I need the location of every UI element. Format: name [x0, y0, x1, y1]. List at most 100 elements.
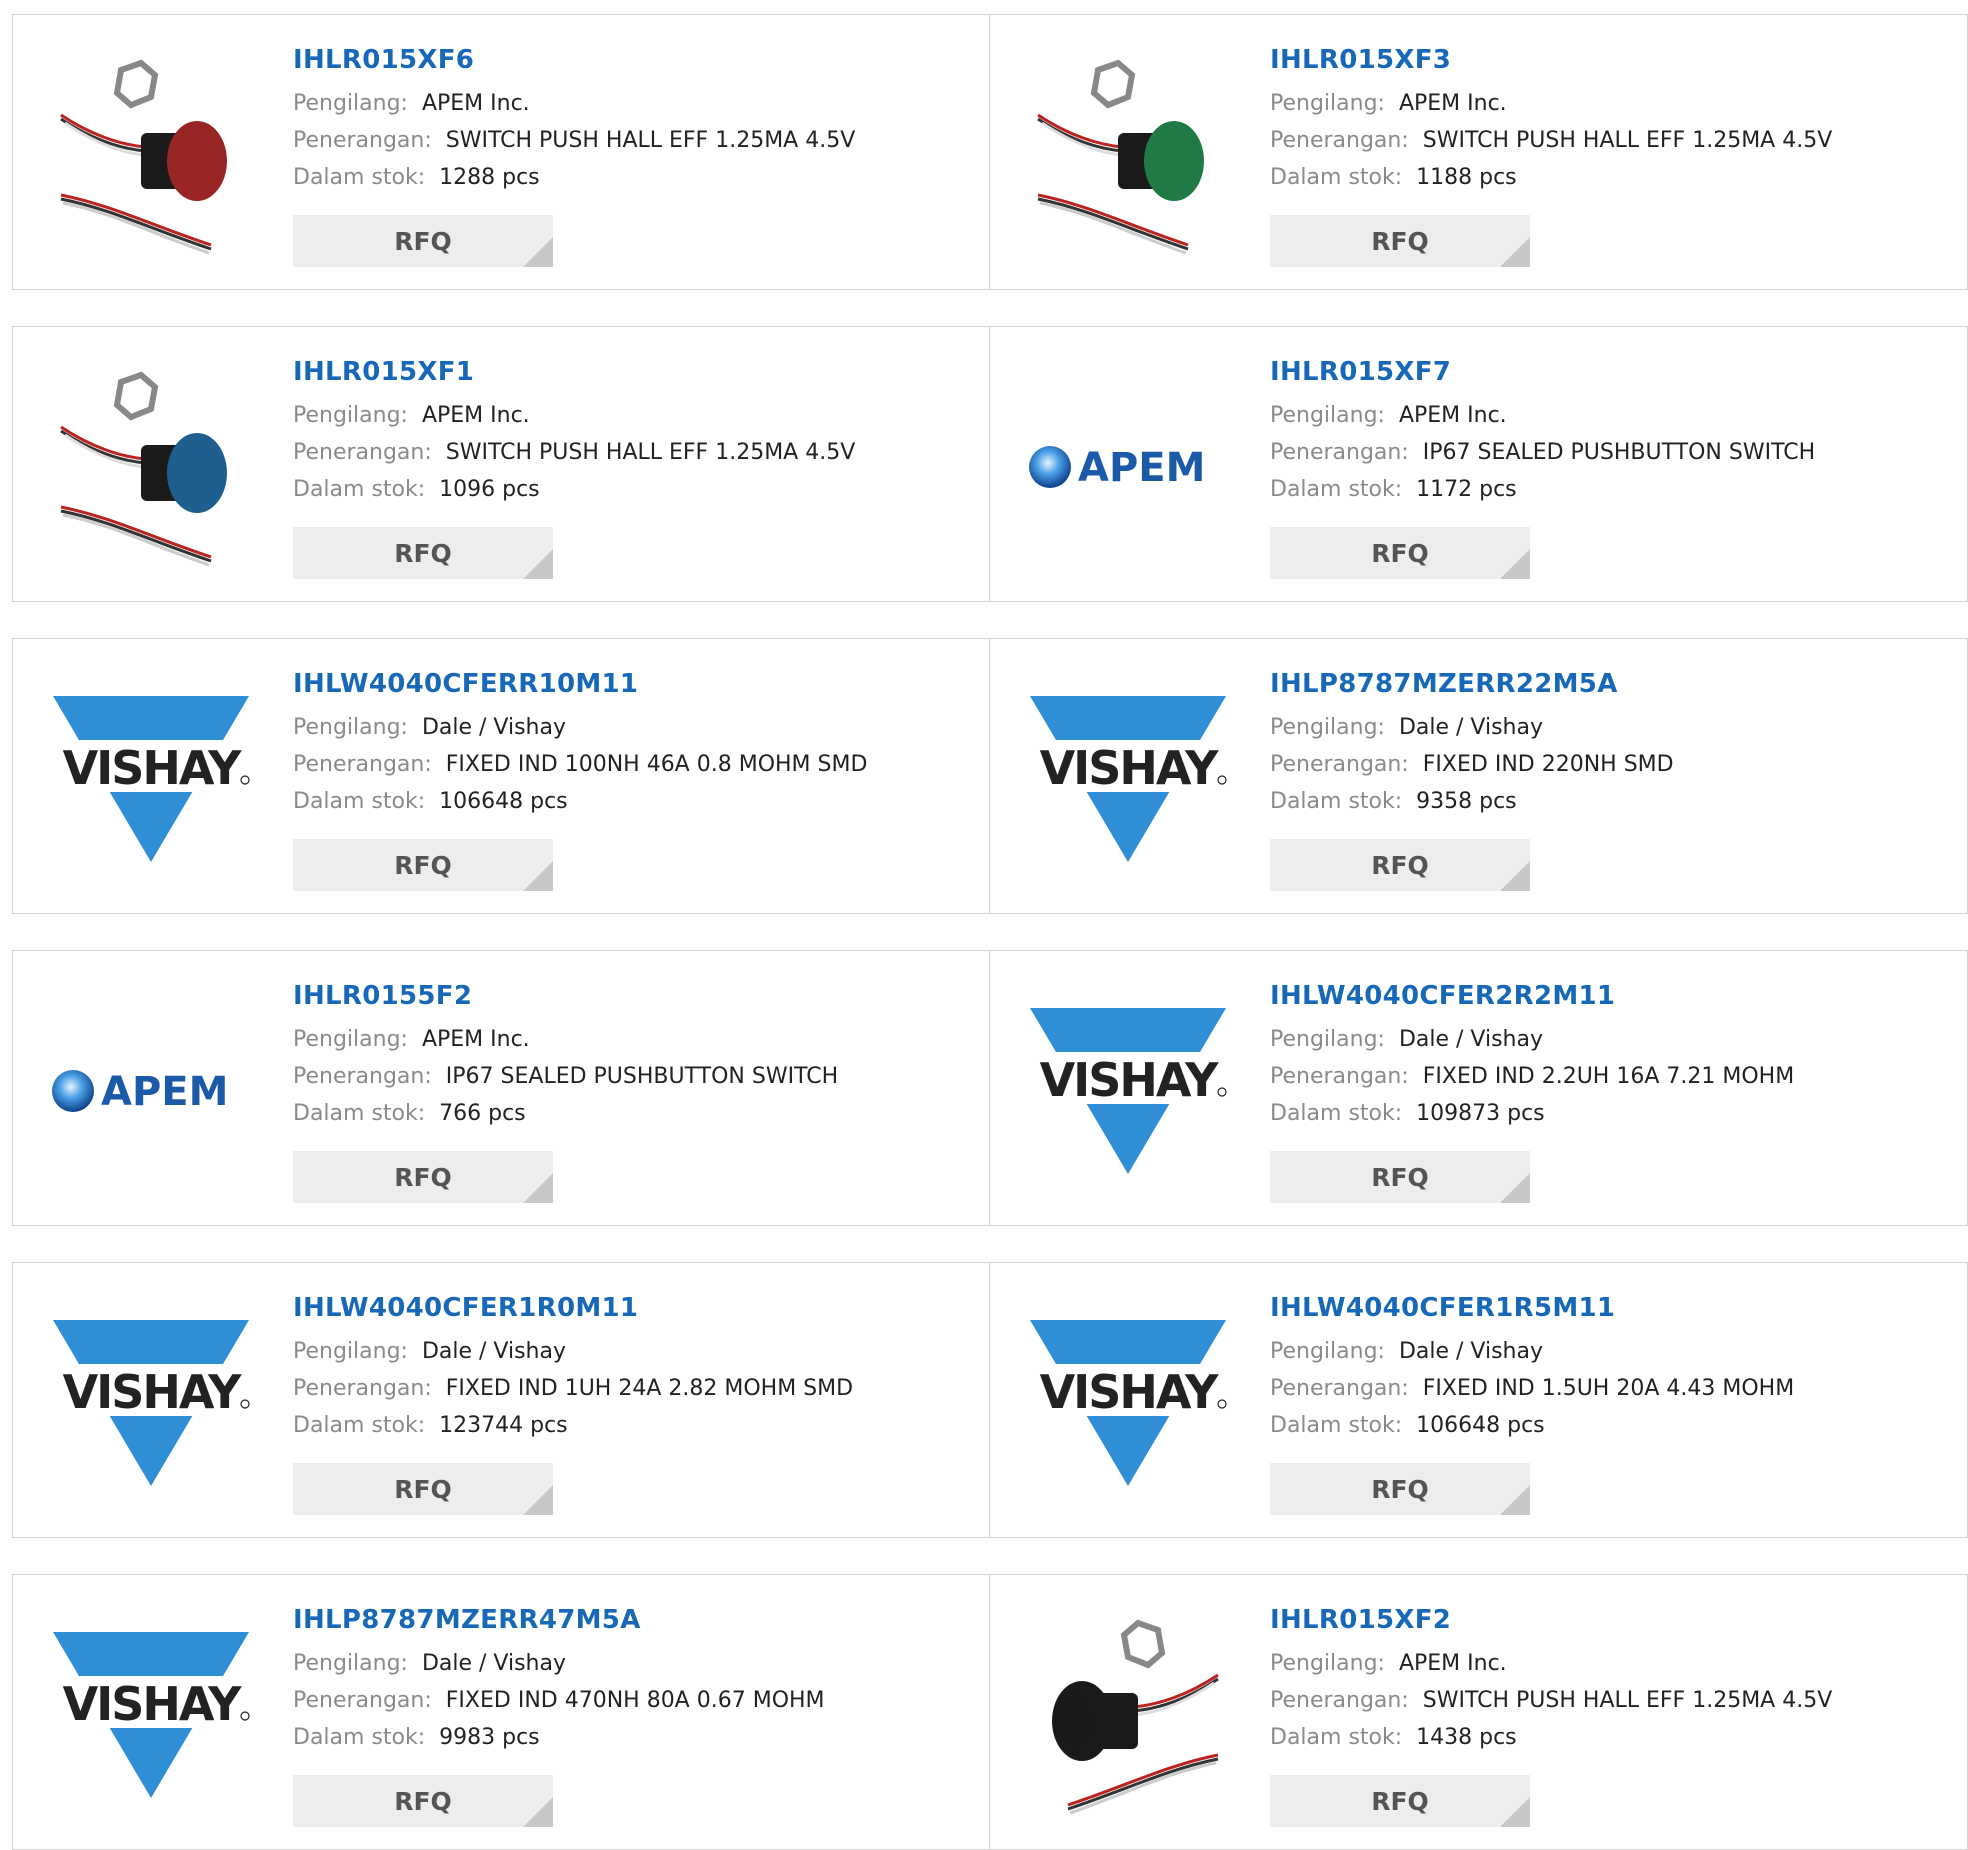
stock-value: 9983 pcs — [439, 1725, 540, 1750]
vishay-logo-text: VISHAY — [1040, 1365, 1220, 1419]
corner-decoration — [1500, 861, 1530, 891]
description-line: Penerangan: IP67 SEALED PUSHBUTTON SWITCH — [293, 1058, 969, 1095]
rfq-button[interactable]: RFQ — [293, 527, 553, 579]
stock-label: Dalam stok: — [1270, 477, 1403, 502]
manufacturer-value: APEM Inc. — [1398, 1651, 1507, 1676]
description-value: SWITCH PUSH HALL EFF 1.25MA 4.5V — [445, 440, 856, 465]
part-number-link[interactable]: IHLP8787MZERR22M5A — [1270, 669, 1947, 699]
description-line: Penerangan: IP67 SEALED PUSHBUTTON SWITCH — [1270, 434, 1947, 471]
apem-logo[interactable]: APEM — [51, 991, 251, 1191]
rfq-button[interactable]: RFQ — [293, 1151, 553, 1203]
rfq-button[interactable]: RFQ — [1270, 215, 1530, 267]
switch-green-icon[interactable] — [1028, 55, 1228, 255]
vishay-logo[interactable]: VISHAY — [51, 679, 251, 879]
description-line: Penerangan: FIXED IND 100NH 46A 0.8 MOHM … — [293, 746, 969, 783]
description-label: Penerangan: — [1270, 1376, 1409, 1401]
manufacturer-value: APEM Inc. — [421, 91, 530, 116]
manufacturer-line: Pengilang: Dale / Vishay — [1270, 1021, 1947, 1058]
description-value: FIXED IND 1.5UH 20A 4.43 MOHM — [1422, 1376, 1795, 1401]
manufacturer-value: Dale / Vishay — [421, 1651, 567, 1676]
description-label: Penerangan: — [1270, 1688, 1409, 1713]
vishay-logo[interactable]: VISHAY — [51, 1303, 251, 1503]
product-row: VISHAY IHLP8787MZERR47M5A Pengilang: Dale /… — [12, 1574, 1968, 1850]
product-card: VISHAY IHLW4040CFERR10M11 Pengilang: Dale /… — [12, 638, 990, 914]
stock-value: 9358 pcs — [1416, 789, 1517, 814]
rfq-button[interactable]: RFQ — [293, 215, 553, 267]
part-number-link[interactable]: IHLR0155F2 — [293, 981, 969, 1011]
manufacturer-value: Dale / Vishay — [421, 715, 567, 740]
vishay-logo-text: VISHAY — [1040, 1053, 1220, 1107]
part-number-link[interactable]: IHLR015XF2 — [1270, 1605, 1947, 1635]
vishay-logo[interactable]: VISHAY — [51, 1615, 251, 1815]
part-number-link[interactable]: IHLP8787MZERR47M5A — [293, 1605, 969, 1635]
stock-value: 106648 pcs — [1416, 1413, 1545, 1438]
part-number-link[interactable]: IHLW4040CFER2R2M11 — [1270, 981, 1947, 1011]
vishay-logo[interactable]: VISHAY — [1028, 679, 1228, 879]
rfq-label: RFQ — [1371, 1162, 1429, 1192]
stock-value: 1438 pcs — [1416, 1725, 1517, 1750]
description-value: SWITCH PUSH HALL EFF 1.25MA 4.5V — [1422, 128, 1833, 153]
vishay-logo[interactable]: VISHAY — [1028, 1303, 1228, 1503]
description-label: Penerangan: — [293, 1376, 432, 1401]
part-number-link[interactable]: IHLR015XF7 — [1270, 357, 1947, 387]
vishay-logo-text: VISHAY — [63, 741, 243, 795]
rfq-label: RFQ — [394, 850, 452, 880]
part-number-link[interactable]: IHLR015XF6 — [293, 45, 969, 75]
description-label: Penerangan: — [293, 1688, 432, 1713]
product-card: VISHAY IHLP8787MZERR22M5A Pengilang: Dale /… — [990, 638, 1968, 914]
manufacturer-value: Dale / Vishay — [1398, 1027, 1544, 1052]
product-card: VISHAY IHLP8787MZERR47M5A Pengilang: Dale /… — [12, 1574, 990, 1850]
product-card: IHLR015XF6 Pengilang: APEM Inc. Penerangan:… — [12, 14, 990, 290]
product-card: VISHAY IHLW4040CFER1R5M11 Pengilang: Dale /… — [990, 1262, 1968, 1538]
stock-value: 1172 pcs — [1416, 477, 1517, 502]
switch-blue-icon[interactable] — [51, 367, 251, 567]
manufacturer-label: Pengilang: — [293, 715, 408, 740]
rfq-button[interactable]: RFQ — [1270, 839, 1530, 891]
rfq-button[interactable]: RFQ — [293, 1775, 553, 1827]
description-value: FIXED IND 220NH SMD — [1422, 752, 1674, 777]
rfq-button[interactable]: RFQ — [1270, 1151, 1530, 1203]
manufacturer-label: Pengilang: — [1270, 1651, 1385, 1676]
part-number-link[interactable]: IHLW4040CFER1R0M11 — [293, 1293, 969, 1323]
description-label: Penerangan: — [1270, 752, 1409, 777]
switch-black-icon[interactable] — [1028, 1615, 1228, 1815]
rfq-button[interactable]: RFQ — [293, 839, 553, 891]
rfq-label: RFQ — [1371, 538, 1429, 568]
part-number-link[interactable]: IHLW4040CFERR10M11 — [293, 669, 969, 699]
rfq-button[interactable]: RFQ — [293, 1463, 553, 1515]
stock-line: Dalam stok: 1188 pcs — [1270, 159, 1947, 196]
manufacturer-value: APEM Inc. — [1398, 403, 1507, 428]
part-number-link[interactable]: IHLW4040CFER1R5M11 — [1270, 1293, 1947, 1323]
rfq-label: RFQ — [1371, 1474, 1429, 1504]
stock-line: Dalam stok: 106648 pcs — [1270, 1407, 1947, 1444]
vishay-logo-text: VISHAY — [1040, 741, 1220, 795]
apem-logo[interactable]: APEM — [1028, 367, 1228, 567]
manufacturer-label: Pengilang: — [1270, 91, 1385, 116]
manufacturer-line: Pengilang: APEM Inc. — [1270, 1645, 1947, 1682]
stock-label: Dalam stok: — [1270, 165, 1403, 190]
rfq-label: RFQ — [394, 538, 452, 568]
stock-line: Dalam stok: 9358 pcs — [1270, 783, 1947, 820]
corner-decoration — [523, 1485, 553, 1515]
switch-red-icon[interactable] — [51, 55, 251, 255]
description-line: Penerangan: SWITCH PUSH HALL EFF 1.25MA 4… — [293, 122, 969, 159]
stock-label: Dalam stok: — [293, 1725, 426, 1750]
part-number-link[interactable]: IHLR015XF3 — [1270, 45, 1947, 75]
stock-line: Dalam stok: 1438 pcs — [1270, 1719, 1947, 1756]
description-value: FIXED IND 470NH 80A 0.67 MOHM — [445, 1688, 825, 1713]
manufacturer-value: APEM Inc. — [1398, 91, 1507, 116]
part-number-link[interactable]: IHLR015XF1 — [293, 357, 969, 387]
stock-label: Dalam stok: — [1270, 1101, 1403, 1126]
vishay-logo[interactable]: VISHAY — [1028, 991, 1228, 1191]
rfq-button[interactable]: RFQ — [1270, 1775, 1530, 1827]
rfq-button[interactable]: RFQ — [1270, 527, 1530, 579]
manufacturer-line: Pengilang: APEM Inc. — [1270, 397, 1947, 434]
stock-label: Dalam stok: — [1270, 1725, 1403, 1750]
manufacturer-line: Pengilang: APEM Inc. — [1270, 85, 1947, 122]
corner-decoration — [1500, 1485, 1530, 1515]
description-line: Penerangan: FIXED IND 1.5UH 20A 4.43 MOHM — [1270, 1370, 1947, 1407]
manufacturer-line: Pengilang: APEM Inc. — [293, 85, 969, 122]
description-value: SWITCH PUSH HALL EFF 1.25MA 4.5V — [445, 128, 856, 153]
rfq-button[interactable]: RFQ — [1270, 1463, 1530, 1515]
stock-value: 123744 pcs — [439, 1413, 568, 1438]
